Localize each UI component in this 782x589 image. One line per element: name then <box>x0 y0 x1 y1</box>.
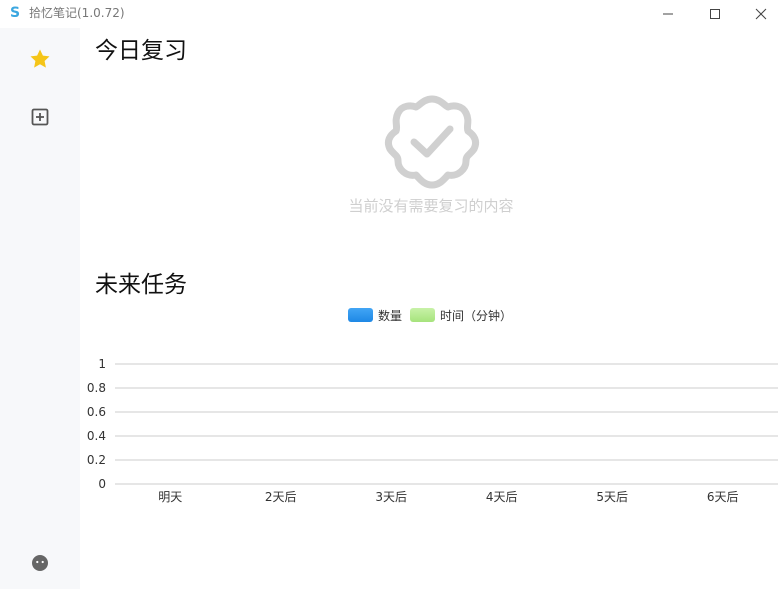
legend-swatch-count <box>348 308 373 322</box>
verified-check-icon <box>384 95 480 189</box>
chart-legend: 数量 时间（分钟） <box>348 306 520 324</box>
minimize-button[interactable] <box>645 0 691 28</box>
future-tasks-chart: 0 0.2 0.4 0.6 0.8 1 明天 2天后 3天后 4天后 5天后 6天后 <box>87 357 778 504</box>
legend-label-count: 数量 <box>378 308 403 323</box>
close-button[interactable] <box>738 0 782 28</box>
y-tick-label: 0.8 <box>87 381 106 395</box>
sidebar-item-add[interactable] <box>28 105 52 129</box>
maximize-button[interactable] <box>692 0 738 28</box>
y-tick-label: 0.4 <box>87 429 106 443</box>
x-tick-label: 6天后 <box>707 490 739 504</box>
y-tick-label: 1 <box>98 357 106 371</box>
legend-item-time[interactable]: 时间（分钟） <box>410 307 512 324</box>
sidebar-item-review[interactable] <box>28 47 52 71</box>
add-box-icon <box>31 108 49 126</box>
close-icon <box>755 8 767 20</box>
legend-label-time: 时间（分钟） <box>440 308 513 323</box>
x-tick-label: 3天后 <box>375 490 407 504</box>
future-tasks-title: 未来任务 <box>95 272 187 298</box>
sidebar <box>0 28 80 589</box>
legend-item-count[interactable]: 数量 <box>348 307 402 324</box>
app-window: S 拾忆笔记(1.0.72) 今日复习 当前没有需要复习的内容 未来任务 数量 … <box>0 0 782 589</box>
y-tick-label: 0.2 <box>87 453 106 467</box>
empty-review-message: 当前没有需要复习的内容 <box>348 197 514 215</box>
app-logo-icon: S <box>9 5 21 21</box>
maximize-icon <box>710 9 720 19</box>
review-title: 今日复习 <box>95 38 187 64</box>
x-tick-label: 2天后 <box>265 490 297 504</box>
x-tick-label: 5天后 <box>596 490 628 504</box>
title-bar[interactable]: S 拾忆笔记(1.0.72) <box>0 0 782 28</box>
y-tick-label: 0.6 <box>87 405 106 419</box>
legend-swatch-time <box>410 308 436 322</box>
window-title: 拾忆笔记(1.0.72) <box>29 6 125 20</box>
star-icon <box>30 49 50 68</box>
x-tick-label: 4天后 <box>486 490 518 504</box>
y-tick-label: 0 <box>98 477 106 491</box>
user-avatar-icon <box>32 555 48 571</box>
minimize-icon <box>663 13 673 15</box>
sidebar-item-user[interactable] <box>28 551 52 575</box>
x-tick-label: 明天 <box>158 490 182 504</box>
